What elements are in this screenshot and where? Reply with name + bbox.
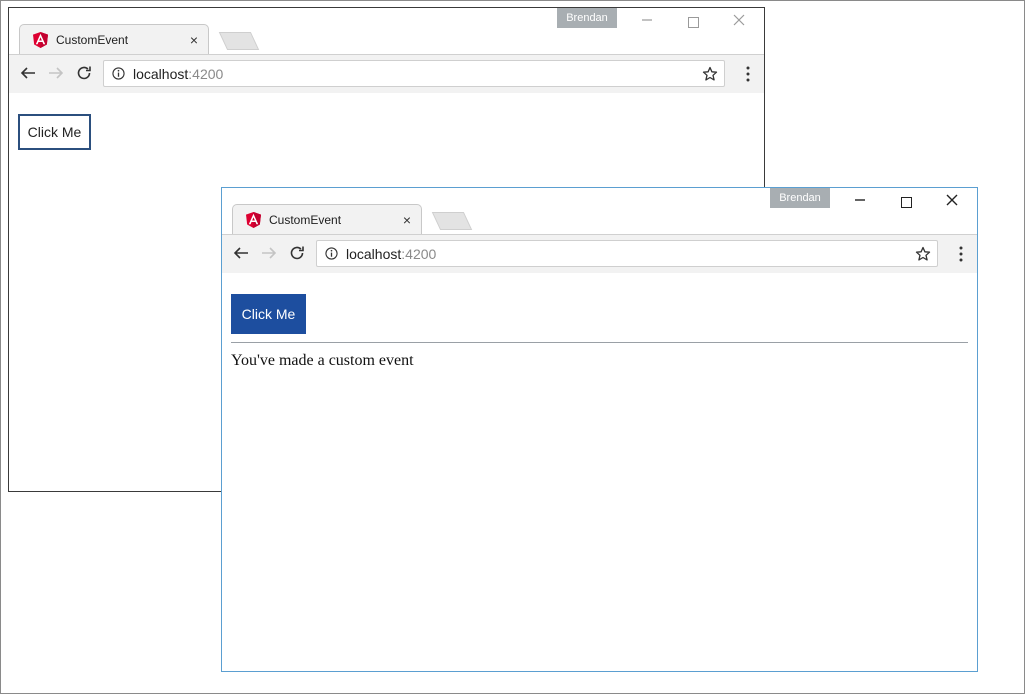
profile-badge[interactable]: Brendan: [557, 8, 617, 28]
arrow-left-icon[interactable]: [19, 64, 37, 82]
reload-icon[interactable]: [75, 64, 93, 82]
new-tab-button[interactable]: [431, 212, 473, 230]
minimize-icon: [855, 199, 865, 201]
new-tab-button[interactable]: [218, 32, 260, 50]
click-me-button[interactable]: Click Me: [231, 294, 306, 334]
reload-icon[interactable]: [288, 244, 306, 262]
arrow-right-icon[interactable]: [47, 64, 65, 82]
address-bar[interactable]: localhost:4200: [316, 240, 938, 267]
kebab-menu-icon[interactable]: [959, 246, 963, 262]
minimize-button[interactable]: [848, 192, 872, 212]
title-bar: CustomEvent × Brendan: [222, 188, 977, 236]
star-icon[interactable]: [915, 246, 931, 262]
click-me-button[interactable]: Click Me: [18, 114, 91, 150]
maximize-icon: [687, 16, 699, 28]
url-port: :4200: [188, 65, 224, 82]
custom-event-message: You've made a custom event: [231, 352, 414, 369]
close-icon: [946, 194, 958, 206]
title-bar: CustomEvent × Brendan: [9, 8, 764, 56]
address-bar[interactable]: localhost:4200: [103, 60, 725, 87]
maximize-icon: [900, 196, 912, 208]
tab-title: CustomEvent: [56, 32, 129, 47]
close-window-button[interactable]: [727, 12, 751, 32]
arrow-right-icon[interactable]: [260, 244, 278, 262]
kebab-menu-icon[interactable]: [746, 66, 750, 82]
profile-badge[interactable]: Brendan: [770, 188, 830, 208]
arrow-left-icon[interactable]: [232, 244, 250, 262]
tab-title: CustomEvent: [269, 212, 342, 227]
tab-close-button[interactable]: ×: [181, 32, 207, 48]
browser-tab[interactable]: CustomEvent ×: [19, 24, 207, 55]
browser-tab[interactable]: CustomEvent ×: [232, 204, 420, 235]
url-port: :4200: [401, 245, 437, 262]
tab-close-button[interactable]: ×: [394, 212, 420, 228]
info-icon[interactable]: [325, 247, 338, 260]
browser-window-front: CustomEvent × Brendan localhost:4200 Cli…: [221, 187, 978, 672]
url-host: localhost: [346, 245, 402, 262]
close-window-button[interactable]: [940, 192, 964, 212]
angular-icon: [246, 211, 261, 228]
maximize-button[interactable]: [681, 12, 705, 32]
browser-toolbar: localhost:4200: [222, 234, 977, 274]
url-host: localhost: [133, 65, 189, 82]
close-icon: [733, 14, 745, 26]
horizontal-rule: [231, 342, 968, 343]
browser-toolbar: localhost:4200: [9, 54, 764, 94]
angular-icon: [33, 31, 48, 48]
star-icon[interactable]: [702, 66, 718, 82]
page-content: Click Me You've made a custom event: [222, 273, 977, 671]
minimize-button[interactable]: [635, 12, 659, 32]
minimize-icon: [642, 19, 652, 21]
info-icon[interactable]: [112, 67, 125, 80]
maximize-button[interactable]: [894, 192, 918, 212]
